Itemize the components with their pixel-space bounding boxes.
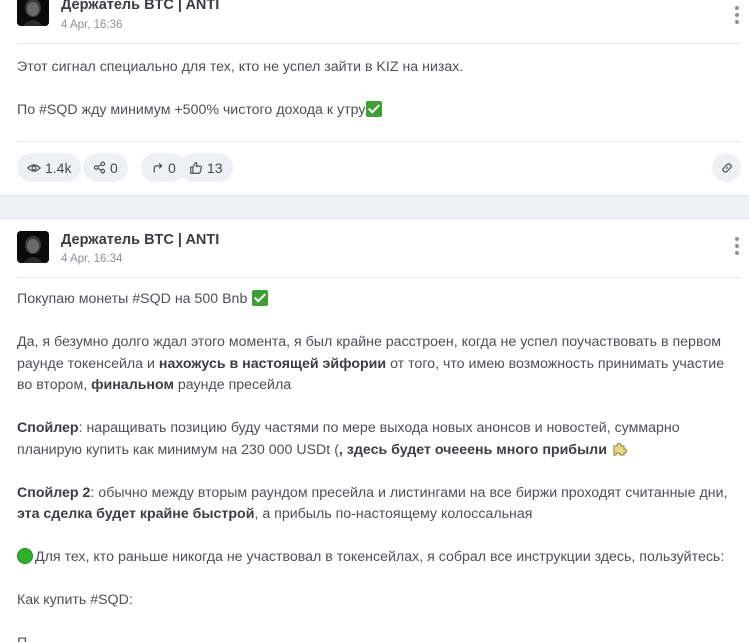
paragraph-text: Для тех, кто раньше никогда не участвова… [35,549,725,565]
post-paragraph: Для тех, кто раньше никогда не участвова… [17,547,737,569]
post-line: Этот сигнал специально для тех, кто не у… [17,59,464,75]
eye-icon [27,163,41,172]
post-date: 4 Apr, 16:36 [61,19,123,31]
bold-text: Спойлер 2 [17,484,91,501]
author-avatar[interactable] [17,0,49,26]
post-text: Покупаю монеты #SQD на 500 Bnb Да, я без… [17,289,737,642]
author-name[interactable]: Держатель BTC | ANTI [61,232,219,248]
feed-separator [0,195,749,219]
post-line: По #SQD жду минимум +500% чистого дохода… [17,100,737,122]
kebab-menu-icon[interactable] [730,6,744,28]
bold-text: нахожусь в настоящей эйфории [158,355,387,372]
post-card: Держатель BTC | ANTI 4 Apr, 16:36 Этот с… [0,0,749,195]
views-counter[interactable]: 1.4k [17,153,82,182]
puzzle-piece-emoji [613,442,627,455]
paragraph-text: раунде пресейла [173,377,292,393]
author-name[interactable]: Держатель BTC | ANTI [61,0,219,13]
bold-text: финальном [91,377,174,393]
link-icon [721,162,732,173]
header-divider [17,277,741,278]
footer-divider [17,141,741,142]
views-count: 1.4k [45,159,72,176]
post-paragraph: П [17,633,737,642]
bold-text: , здесь будет очееень много прибыли [338,441,607,458]
shares-count: 0 [110,159,118,176]
post-paragraph: Спойлер 2: обычно между вторым раундом п… [17,483,737,526]
post-text: Этот сигнал специально для тех, кто не у… [17,57,737,121]
author-avatar[interactable] [17,231,49,263]
thumbs-up-icon [190,161,202,174]
bold-text: Спойлер [17,420,79,436]
check-mark-emoji [252,290,269,306]
paragraph-text: , а прибыль по-настоящему колоссальная [254,506,533,522]
bold-text: эта сделка будет крайне быстрой [17,506,255,522]
forward-arrow-icon [153,163,163,173]
paragraph-text: : обычно между вторым раундом пресейла и… [90,484,728,501]
likes-count: 13 [207,159,223,176]
copy-link-button[interactable] [712,153,741,182]
post-paragraph: Как купить #SQD: [17,592,133,608]
post-line-text: Покупаю монеты #SQD на 500 Bnb [17,291,248,307]
post-paragraph: Да, я безумно долго ждал этого момента, … [17,332,737,397]
check-mark-emoji [366,100,383,117]
post-line: Покупаю монеты #SQD на 500 Bnb [17,289,737,311]
shares-counter[interactable]: 0 [83,153,128,182]
forwards-count: 0 [168,159,176,176]
post-date: 4 Apr, 16:34 [61,253,123,265]
post-line-text: По #SQD жду минимум +500% чистого дохода… [17,101,366,118]
likes-counter[interactable]: 13 [179,153,233,182]
share-icon [93,161,106,174]
post-card: Держатель BTC | ANTI 4 Apr, 16:34 Покупа… [0,219,749,642]
header-divider [17,43,741,44]
green-circle-emoji [17,548,33,564]
kebab-menu-icon[interactable] [730,237,744,259]
post-paragraph: Спойлер: наращивать позицию буду частями… [17,418,737,461]
